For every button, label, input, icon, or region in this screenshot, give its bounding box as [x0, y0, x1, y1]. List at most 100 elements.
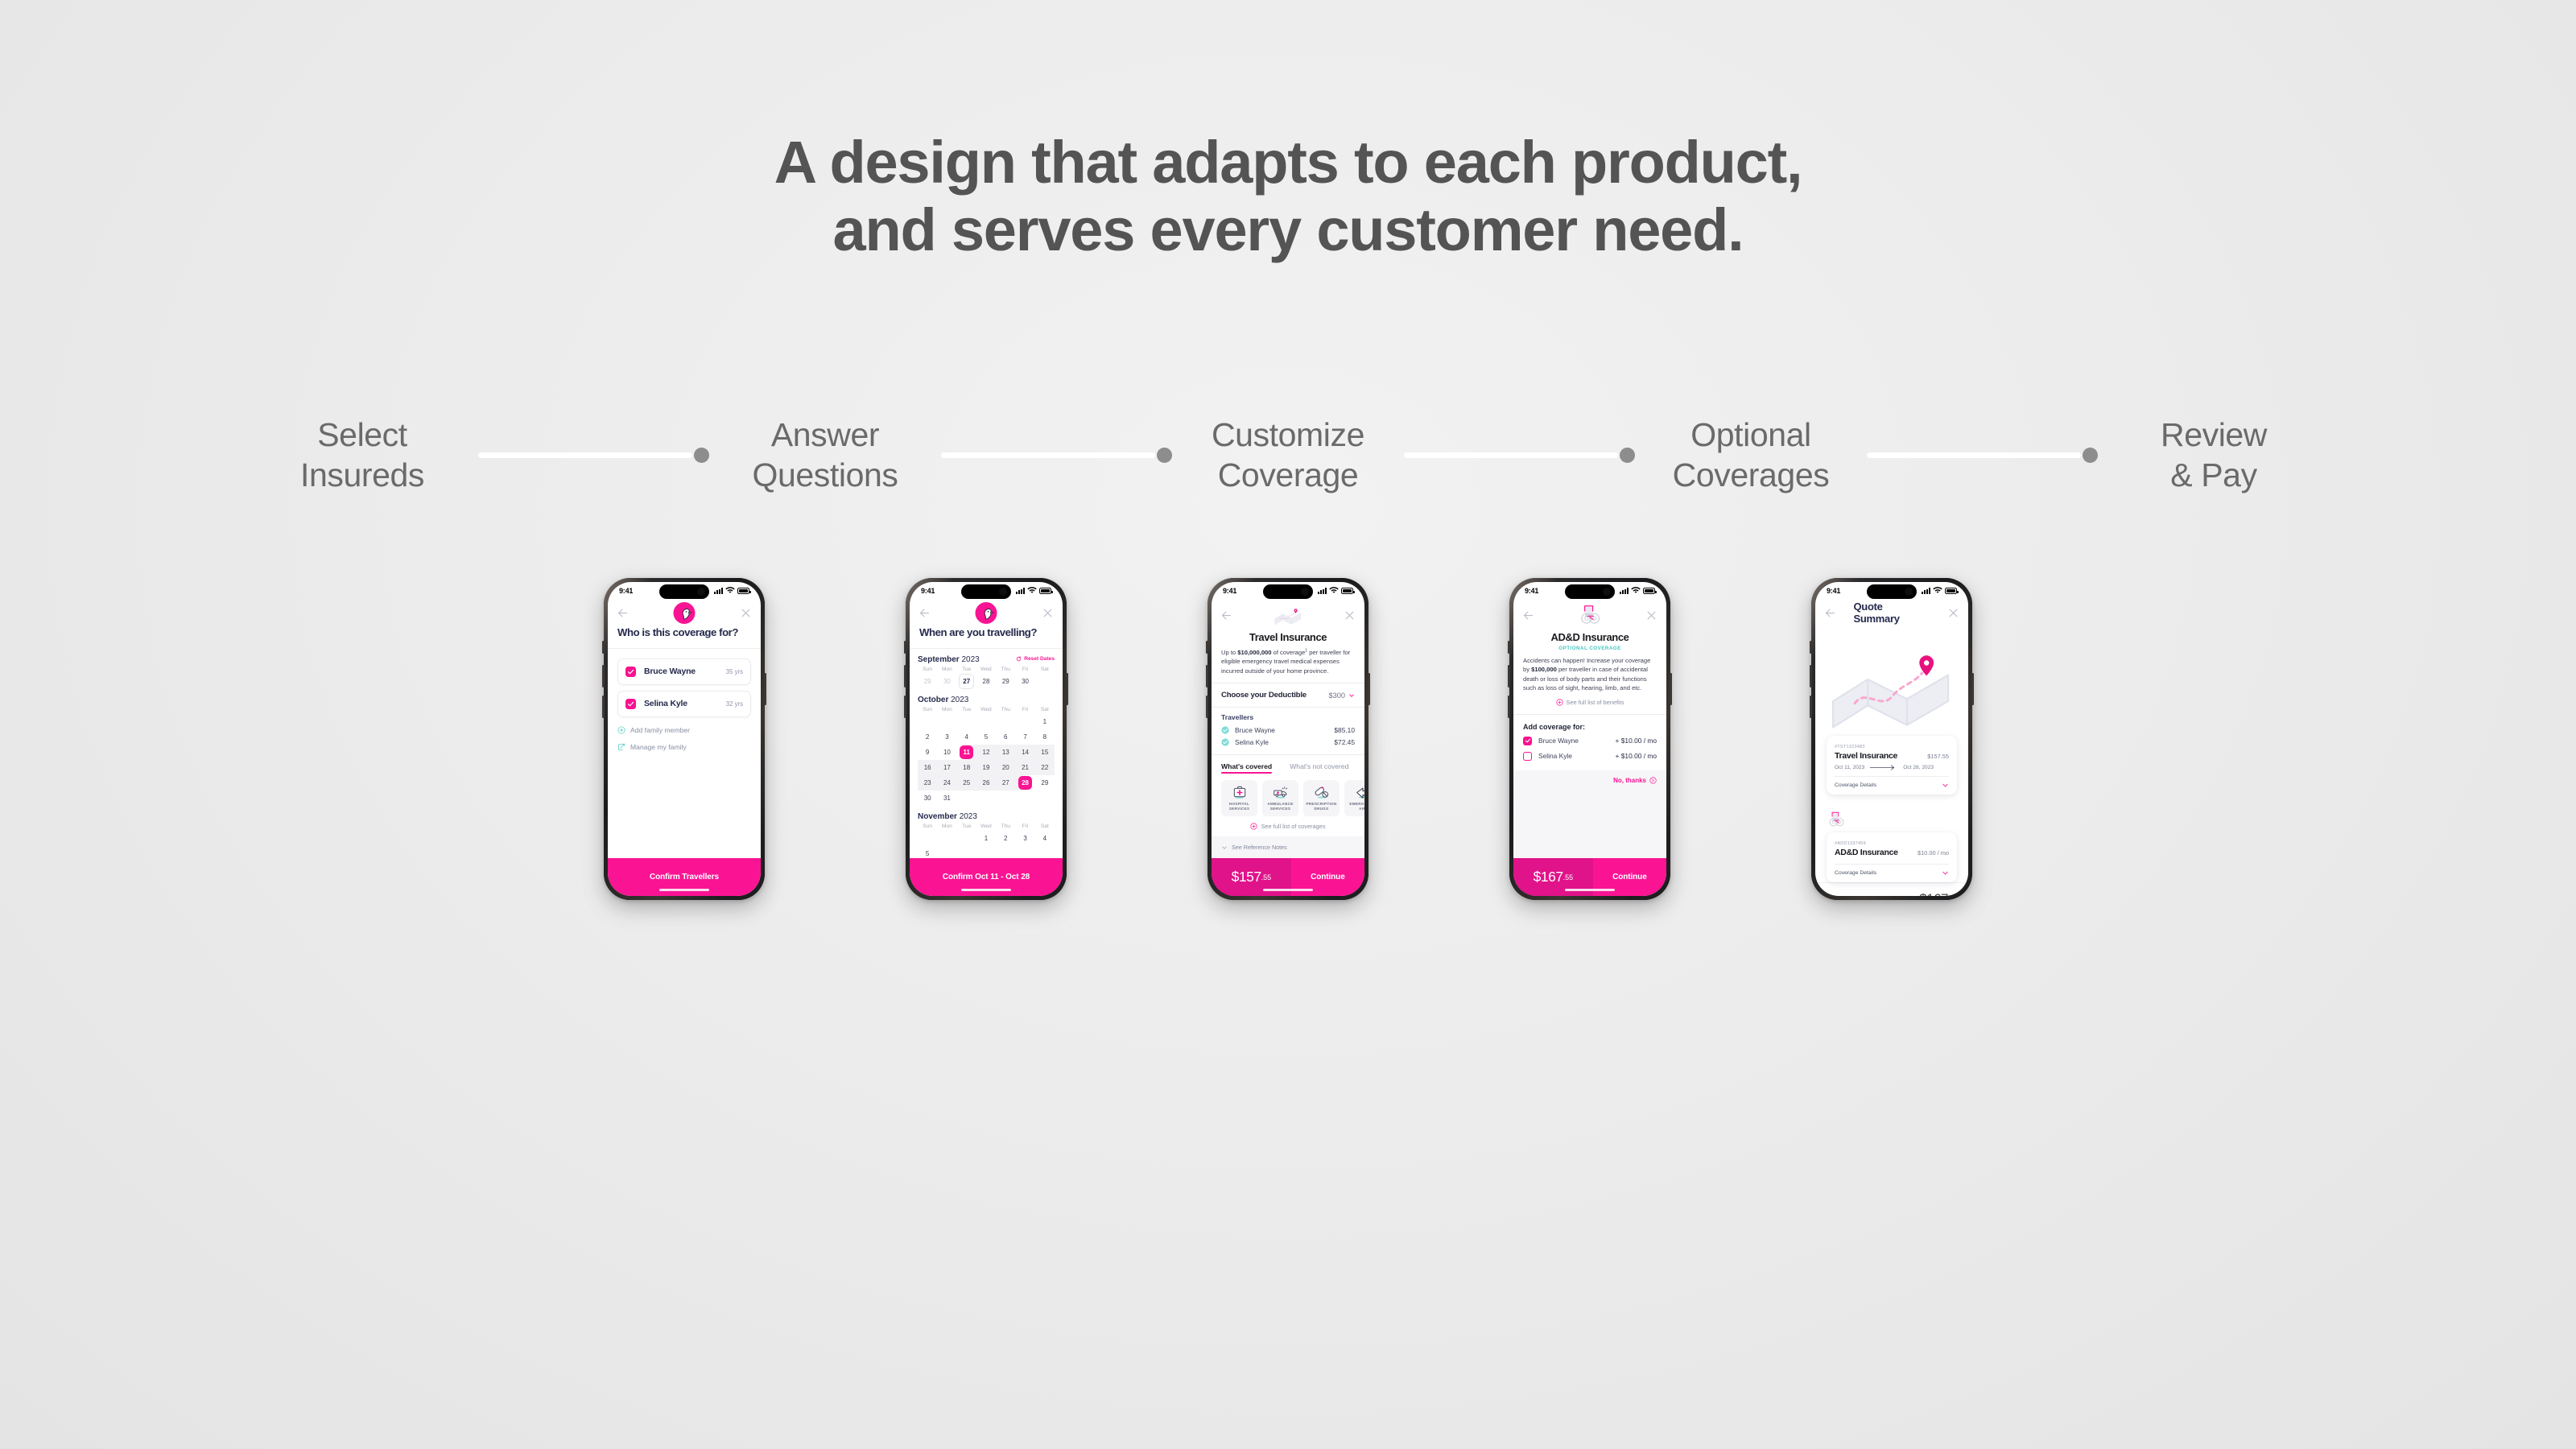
step-customize-coverage[interactable]: Customize Coverage [1167, 415, 1409, 495]
reset-dates-button[interactable]: Reset Dates [1016, 656, 1055, 662]
calendar-day[interactable]: 29 [996, 674, 1015, 689]
price-dollars: $157 [1231, 869, 1261, 885]
calendar-day[interactable]: 28 [976, 674, 996, 689]
calendar-day-in-range[interactable]: 24 [937, 774, 957, 791]
quote-card[interactable]: #ADD1337459 AD&D Insurance $10.00 / mo C… [1827, 832, 1957, 882]
calendar-day[interactable]: 30 [918, 791, 937, 806]
step-select-insureds[interactable]: Select Insureds [242, 415, 483, 495]
close-icon[interactable] [1042, 607, 1054, 619]
calendar-day-in-range[interactable]: 16 [918, 759, 938, 775]
add-coverage-row[interactable]: Bruce Wayne + $10.00 / mo [1513, 733, 1666, 749]
calendar-day[interactable]: 29 [1035, 775, 1055, 791]
calendar-day-in-range[interactable]: 27 [996, 774, 1016, 791]
calendar-day-today[interactable]: 27 [957, 673, 976, 689]
deductible-row[interactable]: Choose your Deductible $300 [1212, 683, 1364, 707]
close-icon[interactable] [1344, 609, 1356, 621]
calendar-day[interactable]: 9 [918, 745, 937, 760]
calendar-day[interactable]: 5 [976, 729, 996, 745]
insured-row[interactable]: Bruce Wayne 35 yrs [617, 658, 751, 685]
calendar[interactable]: September 2023 Reset Dates Sun Mon Tue W… [910, 649, 1063, 858]
calendar-day[interactable]: 3 [1015, 831, 1034, 846]
calendar-day[interactable]: 2 [918, 729, 937, 745]
status-bar: 9:41 [910, 582, 1063, 599]
calendar-day-in-range[interactable]: 13 [996, 744, 1016, 760]
wheelchair-icon [1829, 811, 1844, 827]
calendar-day[interactable]: 5 [918, 846, 937, 858]
back-arrow-icon[interactable] [1522, 609, 1534, 621]
calendar-day-empty [918, 831, 937, 846]
calendar-day-in-range[interactable]: 15 [1034, 744, 1055, 760]
step-review-pay[interactable]: Review & Pay [2093, 415, 2334, 495]
calendar-day-in-range[interactable]: 14 [1015, 744, 1035, 760]
close-icon[interactable] [1645, 609, 1657, 621]
calendar-day[interactable]: 10 [937, 745, 956, 760]
link-label: Add family member [630, 725, 691, 734]
tab-whats-not-covered[interactable]: What's not covered [1290, 762, 1348, 774]
calendar-day[interactable]: 4 [1035, 831, 1055, 846]
step-optional-coverages[interactable]: Optional Coverages [1630, 415, 1872, 495]
calendar-day-in-range[interactable]: 17 [937, 759, 957, 775]
coverage-details-toggle[interactable]: Coverage Details [1835, 865, 1949, 877]
close-icon[interactable] [1947, 607, 1959, 619]
no-thanks-button[interactable]: No, thanks [1513, 770, 1666, 791]
see-full-coverages-link[interactable]: See full list of coverages [1212, 823, 1364, 830]
tab-whats-covered[interactable]: What's covered [1221, 762, 1273, 774]
calendar-day-in-range[interactable]: 21 [1015, 759, 1035, 775]
insured-checkbox[interactable] [625, 666, 636, 677]
phone-screen: 9:41 Quote Summary #TST1323483 Travel In… [1815, 582, 1968, 896]
calendar-day-in-range[interactable]: 22 [1034, 759, 1055, 775]
calendar-day[interactable]: 7 [1015, 729, 1034, 745]
quote-card[interactable]: #TST1323483 Travel Insurance $157.55 Oct… [1827, 735, 1957, 795]
calendar-day-in-range[interactable]: 20 [996, 759, 1016, 775]
calendar-day-in-range[interactable]: 25 [956, 774, 976, 791]
calendar-day[interactable]: 1 [976, 831, 996, 846]
calendar-day-in-range[interactable]: 18 [956, 759, 976, 775]
coverage-checkbox[interactable] [1523, 751, 1532, 761]
month-grid-october: 1 2 3 4 5 6 7 8 9 10 11 12 13 14 15 16 1… [918, 714, 1055, 806]
calendar-day[interactable]: 30 [1015, 674, 1034, 689]
product-title: AD&D Insurance [1550, 631, 1629, 643]
coverage-checkbox[interactable] [1523, 736, 1532, 745]
manage-family-link[interactable]: Manage my family [617, 743, 751, 751]
calendar-day-range-end[interactable]: 28 [1015, 774, 1035, 791]
insured-row[interactable]: Selina Kyle 32 yrs [617, 690, 751, 717]
coverage-details-toggle[interactable]: Coverage Details [1835, 777, 1949, 789]
calendar-day-in-range[interactable]: 23 [918, 774, 938, 791]
back-arrow-icon[interactable] [919, 607, 931, 619]
confirm-travellers-button[interactable]: Confirm Travellers [608, 858, 761, 896]
plus-circle-icon [1250, 823, 1258, 830]
coverage-card-hospital[interactable]: HOSPITAL SERVICES [1221, 780, 1257, 816]
coverage-card-ambulance[interactable]: AMBULANCE SERVICES [1262, 780, 1298, 816]
calendar-day[interactable]: 4 [957, 729, 976, 745]
back-arrow-icon[interactable] [1220, 609, 1232, 621]
see-full-benefits-link[interactable]: See full list of benefits [1523, 699, 1657, 706]
insured-checkbox[interactable] [625, 698, 636, 709]
step-answer-questions[interactable]: Answer Questions [704, 415, 946, 495]
weekday-label: Mon [942, 706, 952, 712]
calendar-day[interactable]: 3 [937, 729, 956, 745]
due-now-row[interactable]: DUE NOW $167.55 [1815, 881, 1968, 896]
add-coverage-row[interactable]: Selina Kyle + $10.00 / mo [1513, 749, 1666, 764]
calendar-day[interactable]: 2 [996, 831, 1015, 846]
status-time: 9:41 [1525, 586, 1539, 595]
reference-notes-toggle[interactable]: See Reference Notes [1212, 836, 1364, 858]
back-arrow-icon[interactable] [617, 607, 629, 619]
back-arrow-icon[interactable] [1824, 607, 1836, 619]
connector-dot [1157, 447, 1172, 463]
calendar-day[interactable]: 8 [1035, 729, 1055, 745]
add-family-member-link[interactable]: Add family member [617, 726, 751, 734]
calendar-day-in-range[interactable]: 19 [976, 759, 997, 775]
calendar-day-range-start[interactable]: 11 [956, 744, 976, 760]
calendar-day-in-range[interactable]: 12 [976, 744, 997, 760]
coverage-card-air-transport[interactable]: EMERGENCY AIR [1344, 780, 1364, 816]
calendar-day[interactable]: 1 [1035, 714, 1055, 729]
confirm-dates-button[interactable]: Confirm Oct 11 - Oct 28 [910, 858, 1063, 896]
month-label: September 2023 [918, 654, 980, 664]
close-icon[interactable] [740, 607, 752, 619]
deductible-value-wrap[interactable]: $300 [1329, 691, 1355, 700]
coverage-card-prescription[interactable]: PRESCRIPTION DRUGS [1303, 780, 1340, 816]
calendar-day[interactable]: 31 [937, 791, 956, 806]
calendar-day[interactable]: 6 [996, 729, 1015, 745]
calendar-day-in-range[interactable]: 26 [976, 774, 997, 791]
status-time: 9:41 [1223, 586, 1237, 595]
